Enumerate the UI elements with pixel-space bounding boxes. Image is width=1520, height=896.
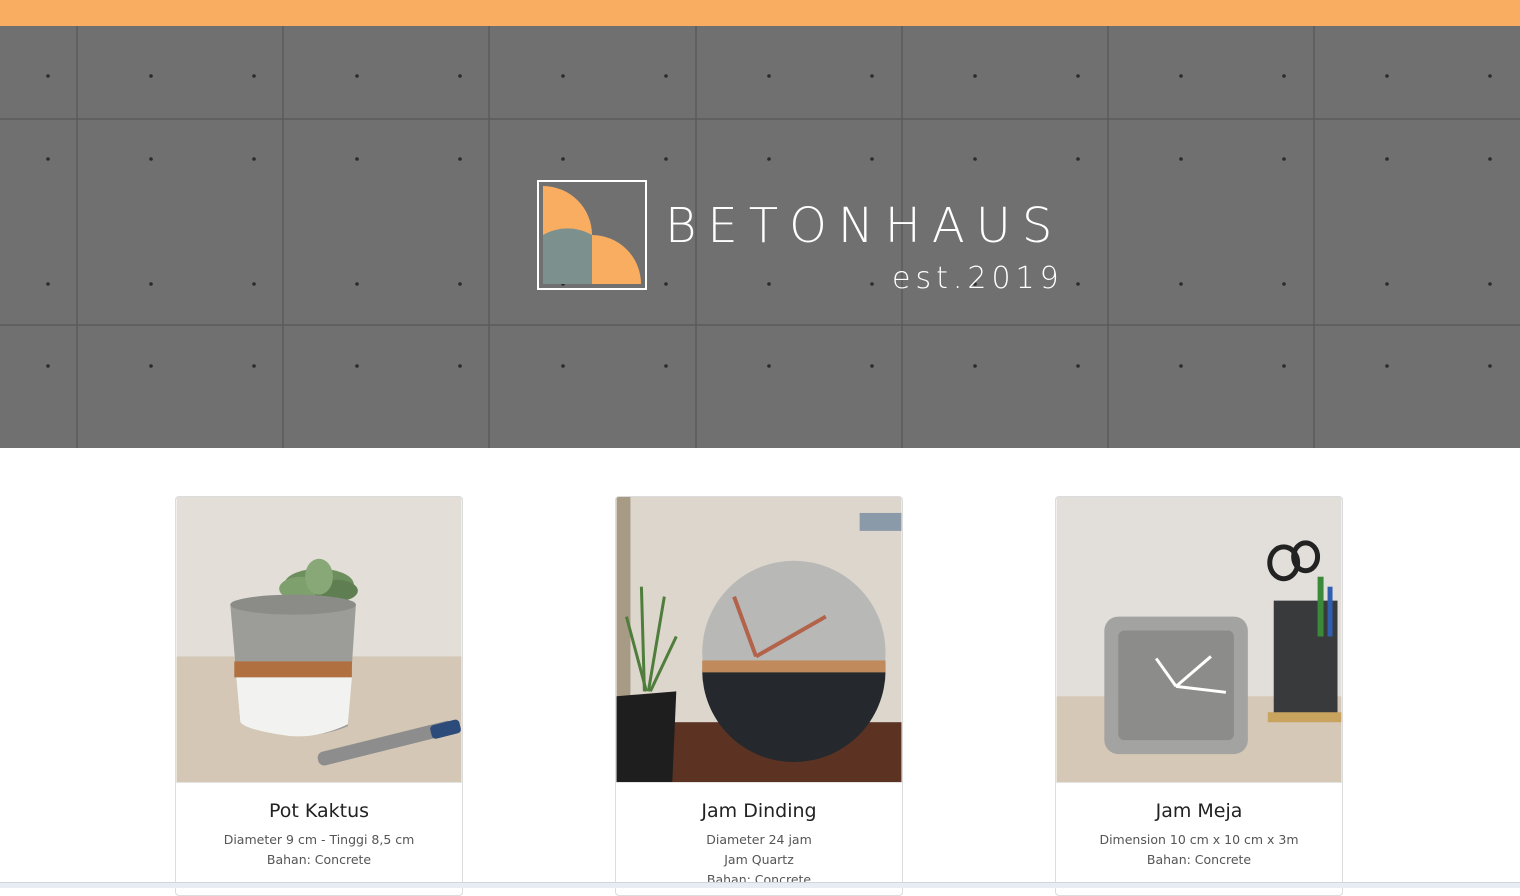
wall-tie-hole (973, 364, 977, 368)
wall-tie-hole (252, 364, 256, 368)
wall-tie-hole (870, 364, 874, 368)
wall-tie-hole (767, 364, 771, 368)
wall-tie-hole (1282, 364, 1286, 368)
brand-established: est.2019 (892, 261, 1064, 296)
betonhaus-logo-icon (537, 180, 647, 290)
product-detail-line: Jam Quartz (724, 852, 794, 867)
wall-tie-hole (1385, 157, 1389, 161)
wall-tie-hole (252, 282, 256, 286)
wall-tie-hole (561, 74, 565, 78)
wall-tie-hole (1488, 364, 1492, 368)
wall-tie-hole (1385, 74, 1389, 78)
wall-tie-hole (1179, 74, 1183, 78)
wall-tie-hole (46, 157, 50, 161)
brand-logo[interactable]: BETONHAUS est.2019 (537, 180, 1097, 310)
wall-tie-hole (1076, 364, 1080, 368)
wall-tie-hole (1179, 282, 1183, 286)
wall-tie-hole (767, 74, 771, 78)
concrete-wall-clock-photo[interactable] (616, 497, 902, 783)
product-card-jam-meja[interactable]: Jam Meja Dimension 10 cm x 10 cm x 3m Ba… (1055, 496, 1343, 896)
hero-banner: BETONHAUS est.2019 (0, 26, 1520, 448)
wall-tie-hole (149, 364, 153, 368)
product-title: Pot Kaktus (268, 800, 370, 822)
wall-tie-hole (252, 157, 256, 161)
wall-tie-hole (46, 364, 50, 368)
wall-tie-hole (149, 74, 153, 78)
product-details: Diameter 24 jam Jam Quartz Bahan: Concre… (616, 830, 902, 890)
product-details: Dimension 10 cm x 10 cm x 3m Bahan: Conc… (1056, 830, 1342, 870)
wall-tie-hole (561, 157, 565, 161)
wall-tie-hole (1282, 74, 1286, 78)
brand-name: BETONHAUS (665, 198, 1064, 254)
wall-tie-hole (973, 74, 977, 78)
concrete-cactus-pot-photo[interactable] (176, 497, 462, 783)
product-list: Pot Kaktus Diameter 9 cm - Tinggi 8,5 cm… (0, 448, 1520, 896)
wall-tie-hole (1488, 74, 1492, 78)
wall-tie-hole (149, 157, 153, 161)
wall-tie-hole (1282, 157, 1286, 161)
wall-tie-hole (561, 364, 565, 368)
wall-tie-hole (973, 157, 977, 161)
wall-tie-hole (355, 157, 359, 161)
wall-tie-hole (664, 74, 668, 78)
wall-tie-hole (870, 74, 874, 78)
wall-tie-hole (252, 74, 256, 78)
product-title: Jam Meja (1155, 800, 1243, 822)
wall-tie-hole (1385, 364, 1389, 368)
wall-tie-hole (46, 282, 50, 286)
product-card-pot-kaktus[interactable]: Pot Kaktus Diameter 9 cm - Tinggi 8,5 cm… (175, 496, 463, 896)
wall-tie-hole (1385, 282, 1389, 286)
product-detail-line: Bahan: Concrete (1146, 852, 1252, 867)
wall-tie-hole (664, 364, 668, 368)
wall-tie-hole (1076, 157, 1080, 161)
wall-tie-hole (149, 282, 153, 286)
wall-tie-hole (458, 282, 462, 286)
wall-tie-hole (1179, 157, 1183, 161)
wall-tie-hole (1076, 74, 1080, 78)
wall-tie-hole (1282, 282, 1286, 286)
top-accent-bar (0, 0, 1520, 26)
product-detail-line: Dimension 10 cm x 10 cm x 3m (1099, 832, 1299, 847)
concrete-desk-clock-photo[interactable] (1056, 497, 1342, 783)
window-bottom-edge (0, 882, 1520, 888)
wall-tie-hole (664, 157, 668, 161)
product-title: Jam Dinding (701, 800, 817, 822)
wall-tie-hole (767, 157, 771, 161)
wall-tie-hole (355, 74, 359, 78)
product-detail-line: Diameter 9 cm - Tinggi 8,5 cm (223, 832, 415, 847)
product-card-jam-dinding[interactable]: Jam Dinding Diameter 24 jam Jam Quartz B… (615, 496, 903, 896)
wall-tie-hole (870, 157, 874, 161)
wall-tie-hole (355, 282, 359, 286)
product-detail-line: Diameter 24 jam (706, 832, 812, 847)
product-detail-line: Bahan: Concrete (266, 852, 372, 867)
wall-tie-hole (458, 364, 462, 368)
wall-tie-hole (355, 364, 359, 368)
wall-tie-hole (1488, 282, 1492, 286)
wall-tie-hole (1488, 157, 1492, 161)
product-details: Diameter 9 cm - Tinggi 8,5 cm Bahan: Con… (176, 830, 462, 870)
wall-tie-hole (458, 74, 462, 78)
wall-tie-hole (1179, 364, 1183, 368)
wall-tie-hole (46, 74, 50, 78)
wall-tie-hole (458, 157, 462, 161)
